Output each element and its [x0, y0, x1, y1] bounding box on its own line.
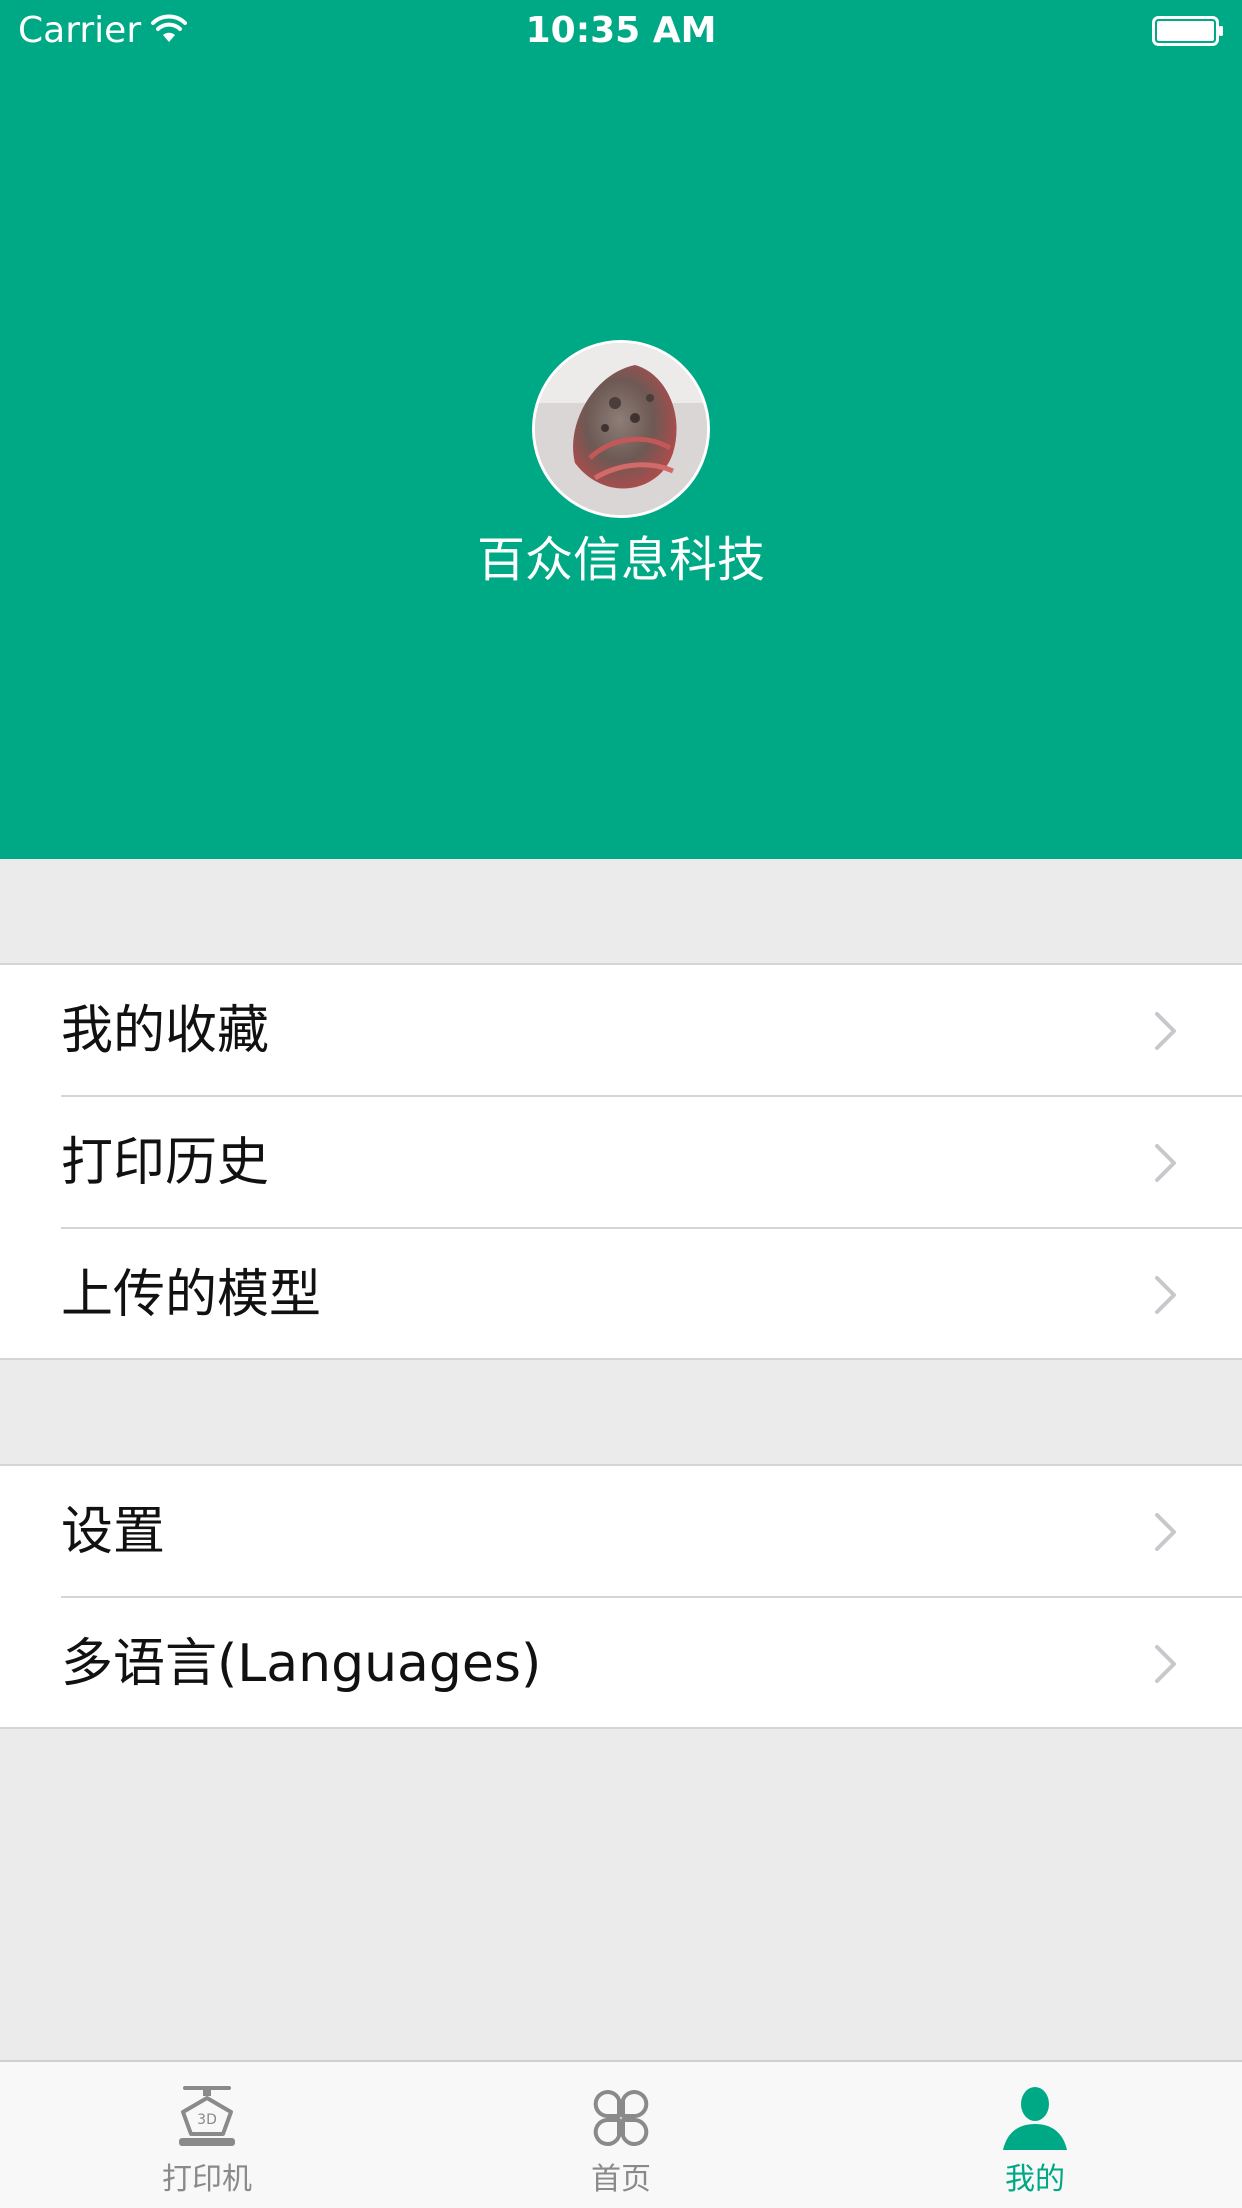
3d-printer-icon: 3D — [179, 2086, 235, 2146]
menu-item-label: 设置 — [61, 1502, 166, 1562]
menu-item-print-history[interactable]: 打印历史 — [0, 1097, 1242, 1229]
menu-item-label: 上传的模型 — [61, 1265, 322, 1325]
tab-label: 首页 — [591, 2162, 651, 2197]
status-bar: Carrier 10:35 AM — [0, 0, 1242, 62]
menu-item-label: 多语言(Languages) — [61, 1634, 542, 1694]
menu-item-label: 打印历史 — [61, 1133, 270, 1193]
clock: 10:35 AM — [525, 10, 717, 51]
svg-text:3D: 3D — [197, 2112, 217, 2128]
home-grid-icon — [593, 2090, 649, 2146]
tab-label: 打印机 — [162, 2162, 252, 2197]
menu-group-content: 我的收藏 打印历史 上传的模型 — [0, 963, 1242, 1360]
profile-screen: Carrier 10:35 AM 百众信息科技 我的收藏 打印历史 上传的模型 … — [0, 0, 1242, 2208]
profile-name: 百众信息科技 — [476, 532, 765, 588]
tab-printer[interactable]: 3D 打印机 — [0, 2062, 414, 2208]
menu-item-favorites[interactable]: 我的收藏 — [0, 965, 1242, 1097]
chevron-right-icon — [1155, 1645, 1176, 1683]
menu-item-settings[interactable]: 设置 — [0, 1466, 1242, 1598]
user-icon — [1003, 2087, 1067, 2150]
menu-group-settings: 设置 多语言(Languages) — [0, 1464, 1242, 1729]
menu-item-uploaded-models[interactable]: 上传的模型 — [0, 1229, 1242, 1361]
battery-icon — [1152, 16, 1223, 46]
tab-bar: 3D 打印机 首页 我的 — [0, 2060, 1242, 2208]
avatar[interactable] — [532, 340, 710, 518]
tab-home[interactable]: 首页 — [414, 2062, 828, 2208]
menu-item-label: 我的收藏 — [61, 1001, 270, 1061]
avatar-image — [535, 343, 707, 515]
tab-me[interactable]: 我的 — [828, 2062, 1242, 2208]
chevron-right-icon — [1155, 1276, 1176, 1314]
tab-label: 我的 — [1005, 2162, 1065, 2197]
chevron-right-icon — [1155, 1513, 1176, 1551]
menu-item-languages[interactable]: 多语言(Languages) — [0, 1598, 1242, 1730]
chevron-right-icon — [1155, 1012, 1176, 1050]
profile-header: Carrier 10:35 AM 百众信息科技 — [0, 0, 1242, 859]
chevron-right-icon — [1155, 1144, 1176, 1182]
